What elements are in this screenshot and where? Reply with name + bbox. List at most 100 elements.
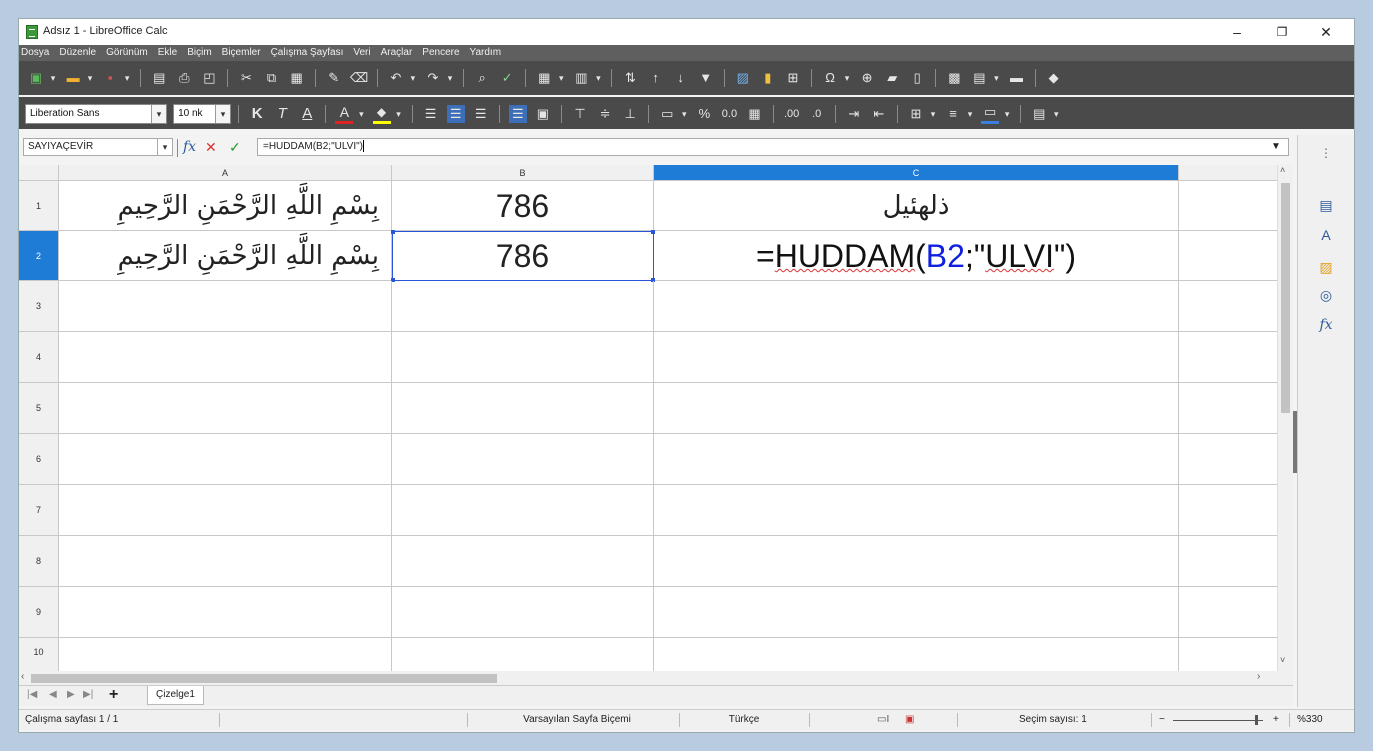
menu-bicim[interactable]: Biçim [182,45,216,60]
cell-b2[interactable]: 786 [392,231,654,281]
find-replace-icon[interactable]: ⌕ [473,69,491,87]
language-status[interactable]: Türkçe [681,710,807,730]
functions-icon[interactable]: fx [1316,315,1336,335]
cell-a10[interactable] [59,638,392,673]
formula-input[interactable]: =HUDDAM(B2;"ULVI") [257,138,1289,156]
column-header-a[interactable]: A [59,165,392,181]
zoom-out-icon[interactable]: − [1159,710,1165,730]
clear-formatting-icon[interactable]: ⌫ [350,69,368,87]
cell-c3[interactable] [654,281,1179,332]
cell-d2[interactable] [1179,231,1279,281]
name-box[interactable]: SAYIYAÇEVİR ▾ [23,138,173,156]
vertical-scrollbar[interactable]: ˄ ˅ [1277,165,1293,673]
zoom-in-icon[interactable]: + [1273,710,1279,730]
borders-dropdown-icon[interactable]: ▾ [929,105,937,123]
cell-a8[interactable] [59,536,392,587]
new-document-icon[interactable]: ▣ [27,69,45,87]
next-sheet-icon[interactable]: ▶ [67,689,75,700]
highlight-dropdown-icon[interactable]: ▾ [395,105,403,123]
styles-icon[interactable]: A [1316,225,1336,245]
insert-mode-icon[interactable]: ▭I [877,710,889,730]
sort-descending-icon[interactable]: ↓ [672,69,690,87]
selection-handle[interactable] [651,230,655,234]
row-header-4[interactable]: 4 [19,332,59,383]
insert-image-icon[interactable]: ▨ [734,69,752,87]
zoom-slider-thumb[interactable] [1255,715,1258,725]
delete-decimal-icon[interactable]: .0 [808,105,826,123]
cell-a1[interactable]: بِسْمِ اللَّهِ الرَّحْمَنِ الرَّحِيمِ [59,181,392,231]
cell-d3[interactable] [1179,281,1279,332]
accept-formula-icon[interactable]: ✓ [229,138,241,156]
percent-format-icon[interactable]: % [695,105,713,123]
zoom-slider-track[interactable] [1173,720,1263,721]
border-style-dropdown-icon[interactable]: ▾ [966,105,974,123]
cell-d8[interactable] [1179,536,1279,587]
cell-c4[interactable] [654,332,1179,383]
last-sheet-icon[interactable]: ▶| [83,689,93,700]
cell-d1[interactable] [1179,181,1279,231]
cell-c5[interactable] [654,383,1179,434]
scroll-down-icon[interactable]: ˅ [1280,655,1285,665]
expand-formula-icon[interactable]: ▼ [1271,141,1281,152]
copy-icon[interactable]: ⧉ [263,69,281,87]
cell-b1[interactable]: 786 [392,181,654,231]
column-header-c[interactable]: C [654,165,1179,181]
cell-d5[interactable] [1179,383,1279,434]
row-header-7[interactable]: 7 [19,485,59,536]
font-size-dropdown-icon[interactable]: ▾ [215,104,231,123]
autofilter-icon[interactable]: ▼ [697,69,715,87]
sort-ascending-icon[interactable]: ↑ [647,69,665,87]
header-footer-icon[interactable]: ▯ [908,69,926,87]
save-icon[interactable]: ▪ [101,69,119,87]
cell-b10[interactable] [392,638,654,673]
scroll-left-icon[interactable]: ‹ [21,671,24,682]
bold-icon[interactable]: K [248,105,266,123]
previous-sheet-icon[interactable]: ◀ [49,689,57,700]
cell-c9[interactable] [654,587,1179,638]
cell-d4[interactable] [1179,332,1279,383]
cell-c10[interactable] [654,638,1179,673]
navigator-icon[interactable]: ◎ [1316,285,1336,305]
cell-d10[interactable] [1179,638,1279,673]
restore-button[interactable]: ❐ [1262,19,1302,45]
currency-format-icon[interactable]: ▭ [658,105,676,123]
add-decimal-icon[interactable]: .00 [783,105,801,123]
close-button[interactable]: ✕ [1306,19,1346,45]
cell-d7[interactable] [1179,485,1279,536]
font-color-dropdown-icon[interactable]: ▾ [357,105,365,123]
clone-formatting-icon[interactable]: ✎ [325,69,343,87]
menu-pencere[interactable]: Pencere [417,45,464,60]
selection-handle[interactable] [391,230,395,234]
column-dropdown-icon[interactable]: ▾ [594,69,602,87]
font-color-icon[interactable]: A [335,103,354,124]
horizontal-scrollbar[interactable]: ‹ › [19,671,1293,685]
function-wizard-icon[interactable]: fx [183,138,196,156]
menu-duzenle[interactable]: Düzenle [54,45,101,60]
conditional-format-icon[interactable]: ▤ [1030,105,1048,123]
cell-a9[interactable] [59,587,392,638]
cell-a2[interactable]: بِسْمِ اللَّهِ الرَّحْمَنِ الرَّحِيمِ [59,231,392,281]
new-dropdown-icon[interactable]: ▾ [49,69,57,87]
align-right-icon[interactable]: ☰ [472,105,490,123]
date-format-icon[interactable]: ▦ [746,105,764,123]
document-modified-icon[interactable]: ▣ [905,710,914,730]
cell-a3[interactable] [59,281,392,332]
sidebar-menu-icon[interactable]: ⋮ [1316,143,1336,163]
cell-b3[interactable] [392,281,654,332]
menu-veri[interactable]: Veri [348,45,375,60]
font-size-box[interactable]: 10 nk ▾ [173,103,232,124]
add-sheet-icon[interactable]: + [109,686,118,704]
redo-icon[interactable]: ↷ [424,69,442,87]
special-character-dropdown-icon[interactable]: ▾ [843,69,851,87]
gallery-icon[interactable]: ▨ [1316,257,1336,277]
row-header-9[interactable]: 9 [19,587,59,638]
spelling-icon[interactable]: ✓ [498,69,516,87]
column-header-d[interactable] [1179,165,1279,181]
scroll-right-icon[interactable]: › [1257,671,1260,682]
menu-gorunum[interactable]: Görünüm [101,45,153,60]
cancel-formula-icon[interactable]: ✕ [205,138,217,156]
align-top-icon[interactable]: ⊤ [571,105,589,123]
define-print-area-icon[interactable]: ▩ [945,69,963,87]
row-header-10[interactable]: 10 [19,638,59,673]
zoom-level[interactable]: %330 [1297,710,1323,730]
